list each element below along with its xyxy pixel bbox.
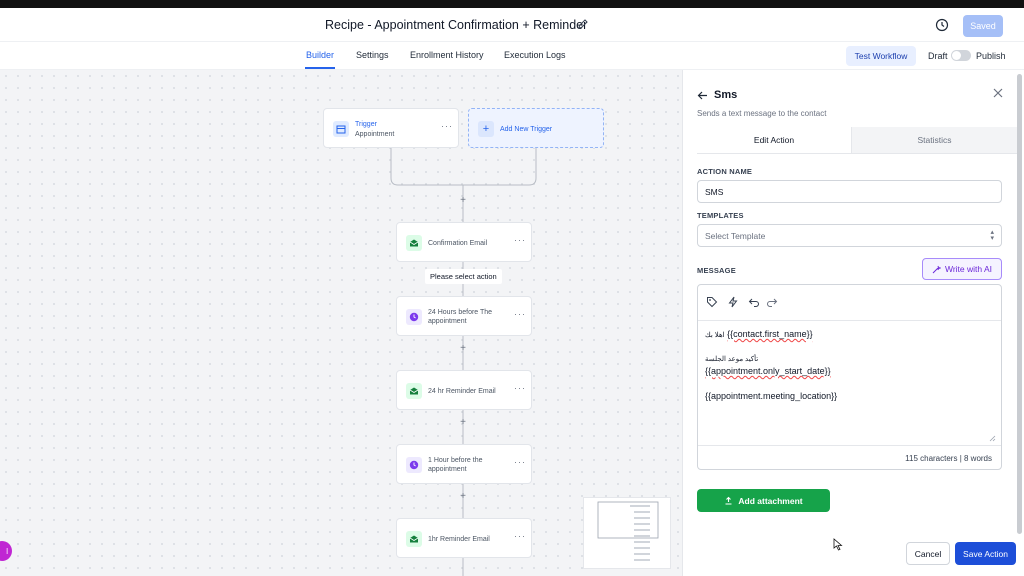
panel-subtitle: Sends a text message to the contact: [697, 109, 827, 118]
saved-button[interactable]: Saved: [963, 15, 1003, 37]
contact-first-name-variable: {{contact.first_name}}: [727, 329, 813, 339]
step-label: 24 Hours before The appointment: [428, 309, 493, 325]
magic-wand-icon: [932, 265, 941, 273]
step-label: 24 hr Reminder Email: [428, 388, 496, 395]
action-name-label: ACTION NAME: [697, 167, 753, 176]
trigger-subtitle: Appointment: [355, 131, 395, 138]
upload-icon: [725, 496, 732, 505]
nav-bar: Builder Settings Enrollment History Exec…: [0, 42, 1024, 70]
save-action-button[interactable]: Save Action: [955, 542, 1016, 565]
panel-title: Sms: [714, 89, 738, 101]
panel-scrollbar[interactable]: [1017, 74, 1022, 534]
mouse-cursor-icon: [833, 538, 843, 551]
more-options-icon[interactable]: ···: [514, 383, 526, 393]
step-node[interactable]: 24 hr Reminder Email ···: [396, 370, 532, 410]
template-select[interactable]: Select Template ▴ ▾: [697, 224, 1002, 247]
add-step-plus-icon[interactable]: +: [458, 343, 468, 354]
top-strip: [0, 0, 1024, 8]
clock-icon: [406, 309, 422, 325]
email-icon: [406, 531, 422, 547]
write-with-ai-label: Write with AI: [944, 264, 993, 274]
meeting-location-variable: {{appointment.meeting_location}}: [705, 391, 838, 401]
more-options-icon[interactable]: ···: [514, 235, 526, 245]
editor-footer-divider: [698, 445, 1001, 446]
write-with-ai-button[interactable]: Write with AI: [922, 258, 1002, 280]
back-arrow-icon[interactable]: [697, 90, 708, 101]
character-counter: 115 characters | 8 words: [905, 454, 992, 463]
lightning-icon[interactable]: [727, 296, 739, 308]
more-options-icon[interactable]: ···: [514, 309, 526, 319]
template-placeholder: Select Template: [705, 230, 766, 241]
toggle-knob: [952, 51, 961, 60]
add-new-trigger-node[interactable]: + Add New Trigger: [468, 108, 604, 148]
calendar-icon: [333, 121, 349, 137]
publish-toggle[interactable]: [951, 50, 971, 61]
plus-icon: +: [478, 121, 494, 137]
select-action-tooltip: Please select action: [425, 269, 502, 284]
header: Recipe - Appointment Confirmation + Remi…: [0, 8, 1024, 42]
message-label: MESSAGE: [697, 266, 736, 275]
trigger-node[interactable]: Trigger Appointment ···: [323, 108, 459, 148]
greeting-arabic: اهلا بك: [705, 332, 725, 339]
add-attachment-button[interactable]: Add attachment: [697, 489, 830, 512]
tab-settings[interactable]: Settings: [356, 50, 389, 60]
tab-edit-action[interactable]: Edit Action: [697, 127, 851, 153]
tab-enrollment-history[interactable]: Enrollment History: [410, 50, 484, 60]
active-tab-indicator: [305, 67, 335, 69]
clock-icon: [406, 457, 422, 473]
action-panel: Sms Sends a text message to the contact …: [682, 70, 1024, 576]
edit-title-icon[interactable]: [577, 18, 589, 30]
message-line-1: اهلا بك {{contact.first_name}}: [705, 329, 813, 339]
step-label: Confirmation Email: [428, 240, 488, 247]
templates-label: TEMPLATES: [697, 211, 744, 220]
more-options-icon[interactable]: ···: [514, 531, 526, 541]
redo-icon[interactable]: [766, 296, 778, 308]
cancel-button[interactable]: Cancel: [906, 542, 950, 565]
add-step-plus-icon[interactable]: +: [458, 195, 468, 206]
tab-divider: [697, 153, 1017, 154]
step-label: 1hr Reminder Email: [428, 536, 490, 543]
action-name-input[interactable]: SMS: [697, 180, 1002, 203]
add-step-plus-icon[interactable]: +: [458, 491, 468, 502]
start-date-variable: {{appointment.only_start_date}}: [705, 366, 831, 376]
tab-builder[interactable]: Builder: [306, 50, 334, 60]
tab-execution-logs[interactable]: Execution Logs: [504, 50, 566, 60]
history-icon[interactable]: [935, 18, 949, 32]
more-options-icon[interactable]: ···: [514, 457, 526, 467]
page-title: Recipe - Appointment Confirmation + Remi…: [325, 18, 588, 32]
more-options-icon[interactable]: ···: [441, 121, 453, 131]
minimap[interactable]: [583, 497, 671, 569]
add-attachment-label: Add attachment: [738, 495, 803, 506]
draft-label: Draft: [928, 51, 948, 61]
add-trigger-label: Add New Trigger: [500, 126, 553, 133]
chevron-updown-icon: ▴ ▾: [990, 229, 994, 242]
step-node[interactable]: 24 Hours before The appointment ···: [396, 296, 532, 336]
test-workflow-button[interactable]: Test Workflow: [846, 46, 916, 66]
step-node[interactable]: 1 Hour before the appointment ···: [396, 444, 532, 484]
appointment-confirm-arabic: تأكيد موعد الجلسة: [705, 356, 759, 363]
undo-icon[interactable]: [748, 296, 760, 308]
resize-handle-icon[interactable]: [989, 435, 996, 442]
email-icon: [406, 235, 422, 251]
add-step-plus-icon[interactable]: +: [458, 417, 468, 428]
step-label: 1 Hour before the appointment: [428, 457, 483, 473]
tag-icon[interactable]: [706, 296, 718, 308]
editor-toolbar: [698, 285, 1001, 321]
publish-label: Publish: [976, 51, 1006, 61]
message-editor[interactable]: اهلا بك {{contact.first_name}} تأكيد موع…: [697, 284, 1002, 470]
close-icon[interactable]: [993, 88, 1003, 98]
email-icon: [406, 383, 422, 399]
workflow-canvas[interactable]: Trigger Appointment ··· + Add New Trigge…: [0, 70, 682, 576]
trigger-title: Trigger: [355, 121, 377, 128]
minimap-preview: [597, 501, 659, 561]
step-node[interactable]: Confirmation Email ···: [396, 222, 532, 262]
tab-statistics[interactable]: Statistics: [851, 127, 1017, 153]
step-node[interactable]: 1hr Reminder Email ···: [396, 518, 532, 558]
